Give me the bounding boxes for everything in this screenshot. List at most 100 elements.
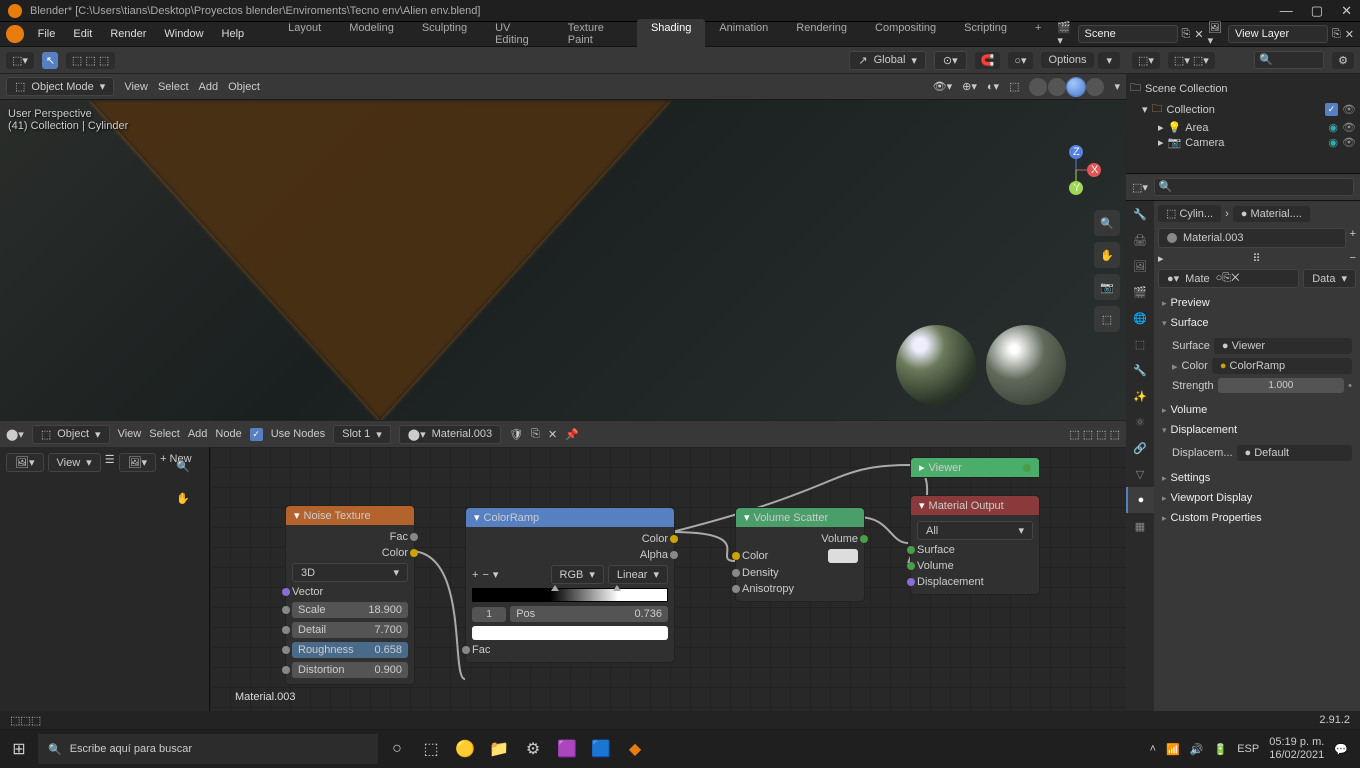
- node-colorramp[interactable]: ▾ ColorRamp Color Alpha + − ▾ RGB▾ Linea…: [465, 507, 675, 663]
- snap-icon[interactable]: 🧲: [975, 52, 1001, 69]
- tab-sculpting[interactable]: Sculpting: [408, 19, 481, 49]
- node-material-output[interactable]: ▾ Material Output All▾ Surface Volume Di…: [910, 495, 1040, 595]
- surface-shader[interactable]: ● Viewer: [1214, 338, 1352, 354]
- taskbar-search[interactable]: 🔍 Escribe aquí para buscar: [38, 734, 378, 764]
- zoom-icon[interactable]: 🔍: [176, 460, 190, 473]
- tray-up-icon[interactable]: ˄: [1150, 743, 1156, 755]
- speaker-icon[interactable]: 🔊: [1190, 743, 1204, 756]
- noise-distortion[interactable]: Distortion0.900: [292, 662, 408, 678]
- panel-custom-props[interactable]: Custom Properties: [1158, 509, 1356, 527]
- mat-shield-icon[interactable]: 🛡: [509, 428, 523, 441]
- ramp-add[interactable]: +: [472, 569, 478, 581]
- panel-surface[interactable]: Surface: [1158, 314, 1356, 332]
- perspective-icon[interactable]: ⬚: [1094, 306, 1120, 332]
- options-button[interactable]: Options: [1041, 52, 1095, 68]
- tab-scripting[interactable]: Scripting: [950, 19, 1021, 49]
- menu-file[interactable]: File: [30, 25, 64, 43]
- scatter-color-swatch[interactable]: [828, 549, 858, 563]
- tab-rendering[interactable]: Rendering: [782, 19, 861, 49]
- viewlayer-new-icon[interactable]: ⎘: [1332, 28, 1341, 41]
- physics-tab-icon[interactable]: ⚛: [1126, 409, 1154, 435]
- scene-del-icon[interactable]: ✕: [1194, 28, 1203, 41]
- maximize-button[interactable]: ▢: [1311, 3, 1323, 19]
- node-view[interactable]: View: [118, 428, 142, 440]
- minimize-button[interactable]: —: [1280, 3, 1293, 19]
- outliner[interactable]: 🗀Scene Collection ▾🗀Collection✓👁 ▸💡Area◉…: [1126, 74, 1360, 174]
- editor-type-icon[interactable]: ⬚▾: [6, 52, 34, 69]
- vp-object[interactable]: Object: [228, 81, 260, 93]
- vp-add[interactable]: Add: [199, 81, 219, 93]
- img-editor-type[interactable]: 🖼▾: [6, 453, 44, 472]
- slot-dropdown[interactable]: Slot 1 ▾: [333, 425, 391, 444]
- app-icon[interactable]: ⚙: [518, 734, 548, 764]
- pan-icon[interactable]: ✋: [1094, 242, 1120, 268]
- proportional-icon[interactable]: ○▾: [1008, 52, 1032, 69]
- panel-displacement[interactable]: Displacement: [1158, 421, 1356, 439]
- ramp-idx[interactable]: 1: [472, 607, 506, 622]
- orientation-dropdown[interactable]: ↗ Global ▾: [849, 51, 926, 70]
- node-volume-scatter[interactable]: ▾ Volume Scatter Volume Color Density An…: [735, 507, 865, 602]
- props-search[interactable]: [1154, 178, 1354, 196]
- app3-icon[interactable]: 🟦: [586, 734, 616, 764]
- ramp-menu[interactable]: ▾: [493, 568, 499, 581]
- surface-strength[interactable]: 1.000: [1218, 378, 1345, 393]
- gizmo-icon[interactable]: ⊕▾: [962, 80, 977, 93]
- tab-uvediting[interactable]: UV Editing: [481, 19, 554, 49]
- menu-help[interactable]: Help: [214, 25, 253, 43]
- solid-shading[interactable]: [1048, 78, 1066, 96]
- list-icon[interactable]: ☰: [105, 453, 115, 472]
- props-type[interactable]: ⬚▾: [1132, 181, 1148, 194]
- zoom-icon[interactable]: 🔍: [1094, 210, 1120, 236]
- close-button[interactable]: ✕: [1341, 3, 1352, 19]
- node-node[interactable]: Node: [215, 428, 241, 440]
- start-button[interactable]: ⊞: [4, 734, 34, 764]
- material-dropdown[interactable]: ⬤▾ Material.003: [399, 425, 501, 444]
- node-canvas[interactable]: ▾ Noise Texture Fac Color 3D▾ Vector Sca…: [210, 447, 1126, 711]
- wire-shading[interactable]: [1029, 78, 1047, 96]
- cursor-tool[interactable]: ↖: [42, 52, 58, 69]
- texture-tab-icon[interactable]: ▦: [1126, 513, 1154, 539]
- node-viewer[interactable]: ▸ Viewer: [910, 457, 1040, 478]
- vp-view[interactable]: View: [124, 81, 148, 93]
- surface-color[interactable]: ● ColorRamp: [1212, 358, 1352, 374]
- breadcrumb-mat[interactable]: ● Material....: [1233, 206, 1310, 222]
- particle-tab-icon[interactable]: ✨: [1126, 383, 1154, 409]
- scene-tab-icon[interactable]: 🎬: [1126, 279, 1154, 305]
- ramp-pos[interactable]: Pos0.736: [510, 606, 668, 622]
- slot-add[interactable]: +: [1350, 228, 1356, 248]
- side-view[interactable]: View ▾: [48, 453, 101, 472]
- pan-icon[interactable]: ✋: [176, 492, 190, 505]
- tab-layout[interactable]: Layout: [274, 19, 335, 49]
- pin-icon[interactable]: 📌: [565, 428, 579, 441]
- panel-settings[interactable]: Settings: [1158, 469, 1356, 487]
- explorer-icon[interactable]: 📁: [484, 734, 514, 764]
- mat-dropdown[interactable]: ●▾ Mate ○⎘✕: [1158, 269, 1299, 288]
- world-tab-icon[interactable]: 🌐: [1126, 305, 1154, 331]
- ramp-del[interactable]: −: [482, 569, 488, 581]
- viewlayer-del-icon[interactable]: ✕: [1345, 28, 1354, 41]
- tab-add[interactable]: +: [1021, 19, 1055, 49]
- taskview-icon[interactable]: ⬚: [416, 734, 446, 764]
- node-noise-texture[interactable]: ▾ Noise Texture Fac Color 3D▾ Vector Sca…: [285, 505, 415, 685]
- outliner-type[interactable]: ⬚▾: [1132, 52, 1160, 69]
- blender-task-icon[interactable]: ◆: [620, 734, 650, 764]
- wifi-icon[interactable]: 📶: [1166, 743, 1180, 756]
- use-nodes-label[interactable]: Use Nodes: [271, 428, 325, 440]
- tab-modeling[interactable]: Modeling: [335, 19, 408, 49]
- panel-preview[interactable]: Preview: [1158, 294, 1356, 312]
- taskbar-clock[interactable]: 05:19 p. m. 16/02/2021: [1269, 736, 1324, 762]
- app2-icon[interactable]: 🟪: [552, 734, 582, 764]
- node-editor-type[interactable]: ⬤▾: [6, 428, 24, 441]
- vp-select[interactable]: Select: [158, 81, 189, 93]
- object-tab-icon[interactable]: ⬚: [1126, 331, 1154, 357]
- displacement-value[interactable]: ● Default: [1237, 445, 1352, 461]
- noise-detail[interactable]: Detail7.700: [292, 622, 408, 638]
- data-tab-icon[interactable]: ▽: [1126, 461, 1154, 487]
- viewlayer-icon[interactable]: 🖼▾: [1208, 21, 1224, 47]
- menu-render[interactable]: Render: [102, 25, 154, 43]
- slot-remove[interactable]: −: [1350, 252, 1356, 265]
- outliner-search[interactable]: [1254, 51, 1324, 69]
- use-nodes-check[interactable]: ✓: [250, 428, 263, 441]
- noise-scale[interactable]: Scale18.900: [292, 602, 408, 618]
- battery-icon[interactable]: 🔋: [1214, 743, 1228, 756]
